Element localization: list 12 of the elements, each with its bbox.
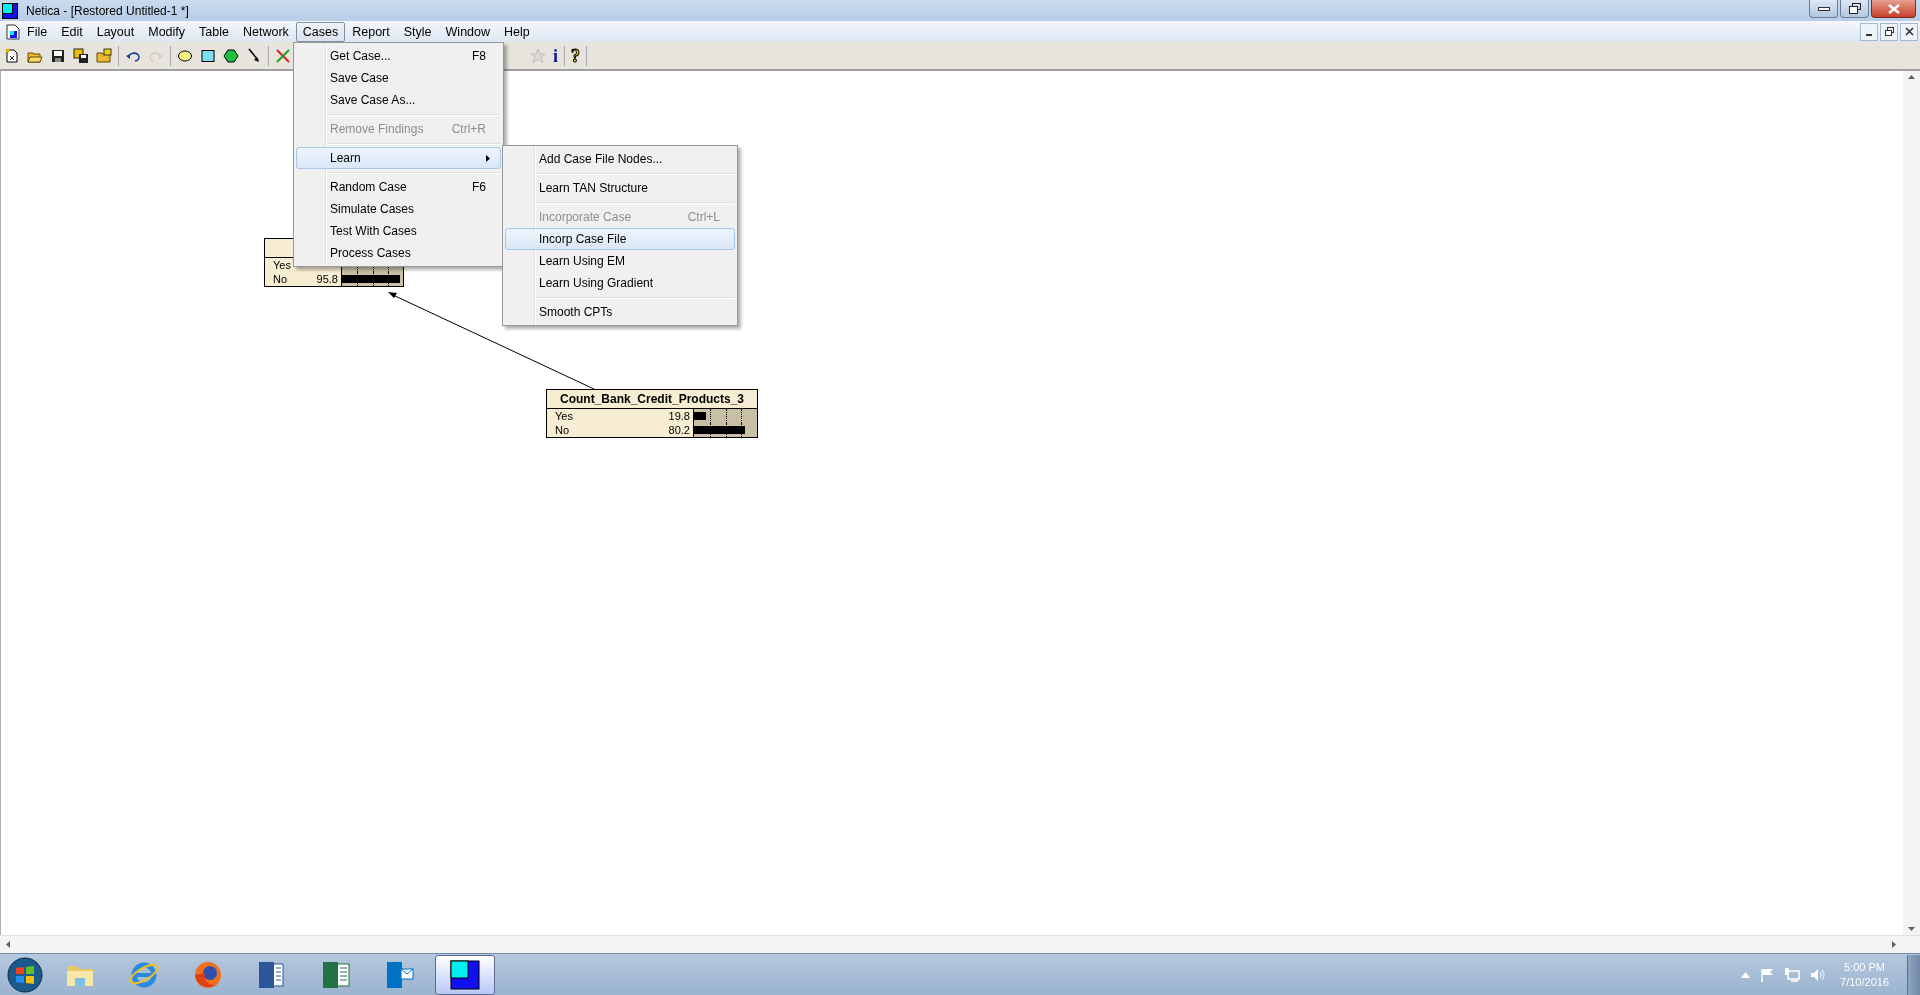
state-label: Yes	[272, 259, 292, 271]
state-label: No	[272, 273, 289, 285]
state-label: Yes	[554, 410, 574, 422]
state-label: No	[554, 424, 571, 436]
state-probability: 19.8	[668, 410, 691, 422]
window-title: Netica - [Restored Untitled-1 *]	[26, 3, 189, 18]
shortcut-label: F8	[472, 49, 487, 63]
state-probability: 80.2	[668, 424, 691, 436]
shortcut-label: Ctrl+R	[451, 122, 487, 136]
state-probability: 95.8	[316, 273, 339, 285]
shortcut-label: Ctrl+L	[687, 210, 721, 224]
shortcut-label: F6	[472, 180, 487, 194]
